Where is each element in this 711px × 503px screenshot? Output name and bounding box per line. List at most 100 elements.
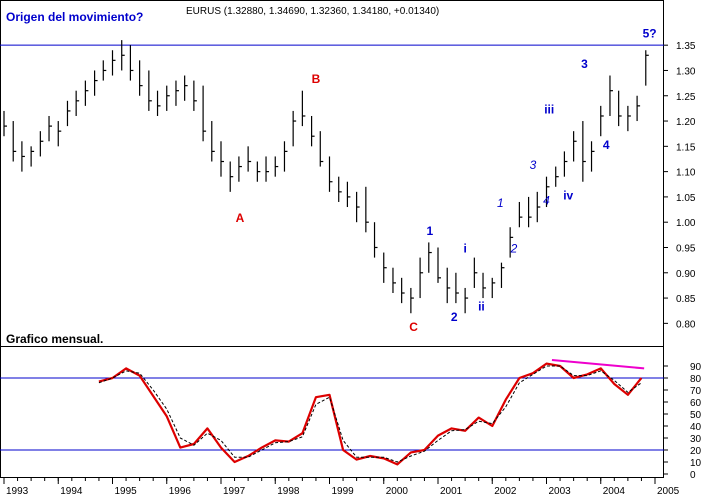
indicator-y-tick-label: 30 — [690, 434, 702, 445]
ohlc-bar — [428, 242, 432, 273]
ohlc-bar — [166, 85, 170, 111]
x-tick-label: 2005 — [657, 486, 680, 497]
ohlc-bar — [356, 191, 360, 223]
ohlc-bar — [536, 191, 541, 223]
ohlc-bar — [12, 121, 17, 162]
price-y-tick-label: 1.35 — [676, 41, 696, 52]
ohlc-bar — [220, 141, 224, 177]
wave-label: C — [409, 320, 418, 334]
ohlc-bar — [57, 121, 62, 147]
price-y-tick-label: 1.20 — [676, 117, 696, 128]
ohlc-bar — [401, 277, 405, 304]
ohlc-bar — [301, 90, 306, 127]
ohlc-bar — [193, 80, 197, 111]
price-chart-title: Origen del movimiento? — [6, 10, 143, 24]
ohlc-bar — [645, 50, 649, 86]
ohlc-bar — [582, 121, 586, 182]
ohlc-bar — [292, 110, 297, 147]
ohlc-bar — [437, 247, 441, 283]
price-y-tick-label: 0.85 — [676, 294, 696, 305]
ohlc-bar — [491, 277, 496, 299]
ohlc-bar — [573, 131, 577, 162]
indicator-layer — [0, 359, 664, 466]
wave-label: B — [312, 72, 321, 86]
ohlc-bar — [84, 80, 89, 106]
ohlc-bar — [274, 156, 279, 177]
price-layer: ABC12iii1234iiiiv345? — [0, 27, 664, 334]
ohlc-bar — [211, 121, 215, 162]
ohlc-bar — [175, 80, 179, 106]
indicator-chart-title: Grafico mensual. — [6, 332, 103, 346]
wave-label: ii — [478, 300, 485, 314]
ohlc-bar — [600, 105, 604, 137]
price-y-tick-label: 1.25 — [676, 92, 696, 103]
ohlc-bar — [446, 267, 451, 304]
ohlc-bar — [328, 156, 333, 192]
wave-label: 4 — [603, 138, 610, 152]
indicator-y-tick-label: 10 — [690, 458, 702, 469]
wave-label: 5? — [643, 27, 657, 41]
ohlc-bar — [39, 131, 44, 157]
ohlc-bar — [627, 105, 631, 132]
ohlc-bar — [500, 262, 505, 288]
price-y-tick-label: 0.95 — [676, 243, 696, 254]
indicator-panel-frame — [0, 346, 664, 478]
ohlc-bar — [518, 201, 523, 228]
wave-label: A — [236, 211, 245, 225]
wave-label: 1 — [427, 224, 434, 238]
wave-label: iv — [563, 188, 573, 202]
ohlc-bar — [184, 75, 188, 101]
price-y-tick-label: 1.10 — [676, 168, 696, 179]
ohlc-bar — [555, 166, 559, 187]
ohlc-bar — [93, 70, 98, 96]
chart-svg: Origen del movimiento? EURUS (1.32880, 1… — [0, 0, 702, 497]
ohlc-bar — [373, 222, 378, 258]
wave-label: 3 — [581, 57, 588, 71]
ohlc-bar — [392, 267, 396, 294]
x-tick-label: 2001 — [440, 486, 463, 497]
indicator-y-tick-label: 0 — [690, 470, 696, 481]
ohlc-bar — [455, 272, 459, 304]
ohlc-bar — [319, 131, 324, 167]
indicator-y-tick-label: 90 — [690, 362, 702, 373]
wave-label: 1 — [497, 196, 504, 210]
indicator-y-tick-label: 60 — [690, 398, 702, 409]
ohlc-bar — [148, 70, 152, 111]
ohlc-bar — [338, 176, 342, 202]
ohlc-bar — [410, 287, 414, 314]
indicator-y-tick-label: 70 — [690, 386, 702, 397]
ohlc-bar — [102, 60, 107, 81]
indicator-y-tick-label: 50 — [690, 410, 702, 421]
indicator-y-tick-label: 40 — [690, 422, 702, 433]
ohlc-bar — [346, 181, 351, 208]
price-y-tick-label: 1.00 — [676, 218, 696, 229]
ohlc-bar — [590, 141, 595, 172]
ohlc-bar — [247, 146, 252, 172]
x-tick-label: 2000 — [386, 486, 409, 497]
ohlc-bar — [111, 50, 116, 76]
x-tick-label: 1998 — [277, 486, 300, 497]
x-tick-label: 2002 — [494, 486, 517, 497]
price-y-tick-label: 0.90 — [676, 269, 696, 280]
price-y-tick-label: 1.30 — [676, 66, 696, 77]
wave-label: 3 — [530, 158, 537, 172]
x-tick-label: 2004 — [603, 486, 626, 497]
ohlc-bar — [156, 90, 161, 116]
x-tick-label: 1994 — [60, 486, 83, 497]
ohlc-bar — [283, 141, 288, 172]
ohlc-bar — [75, 90, 80, 116]
ohlc-bar — [464, 287, 469, 314]
oscillator-line — [98, 362, 643, 466]
ohlc-bar — [30, 146, 35, 167]
wave-label: 2 — [451, 310, 458, 324]
ohlc-bar — [256, 161, 261, 182]
ohlc-bar — [121, 40, 125, 71]
ohlc-bar — [21, 141, 25, 172]
ohlc-bar — [365, 186, 369, 233]
ohlc-bar — [473, 257, 478, 288]
ohlc-bar — [202, 85, 207, 142]
wave-label: 2 — [510, 242, 518, 256]
ohlc-bar — [618, 90, 622, 127]
price-chart-subtitle: EURUS (1.32880, 1.34690, 1.32360, 1.3418… — [186, 6, 439, 17]
wave-label: 4 — [543, 193, 550, 207]
